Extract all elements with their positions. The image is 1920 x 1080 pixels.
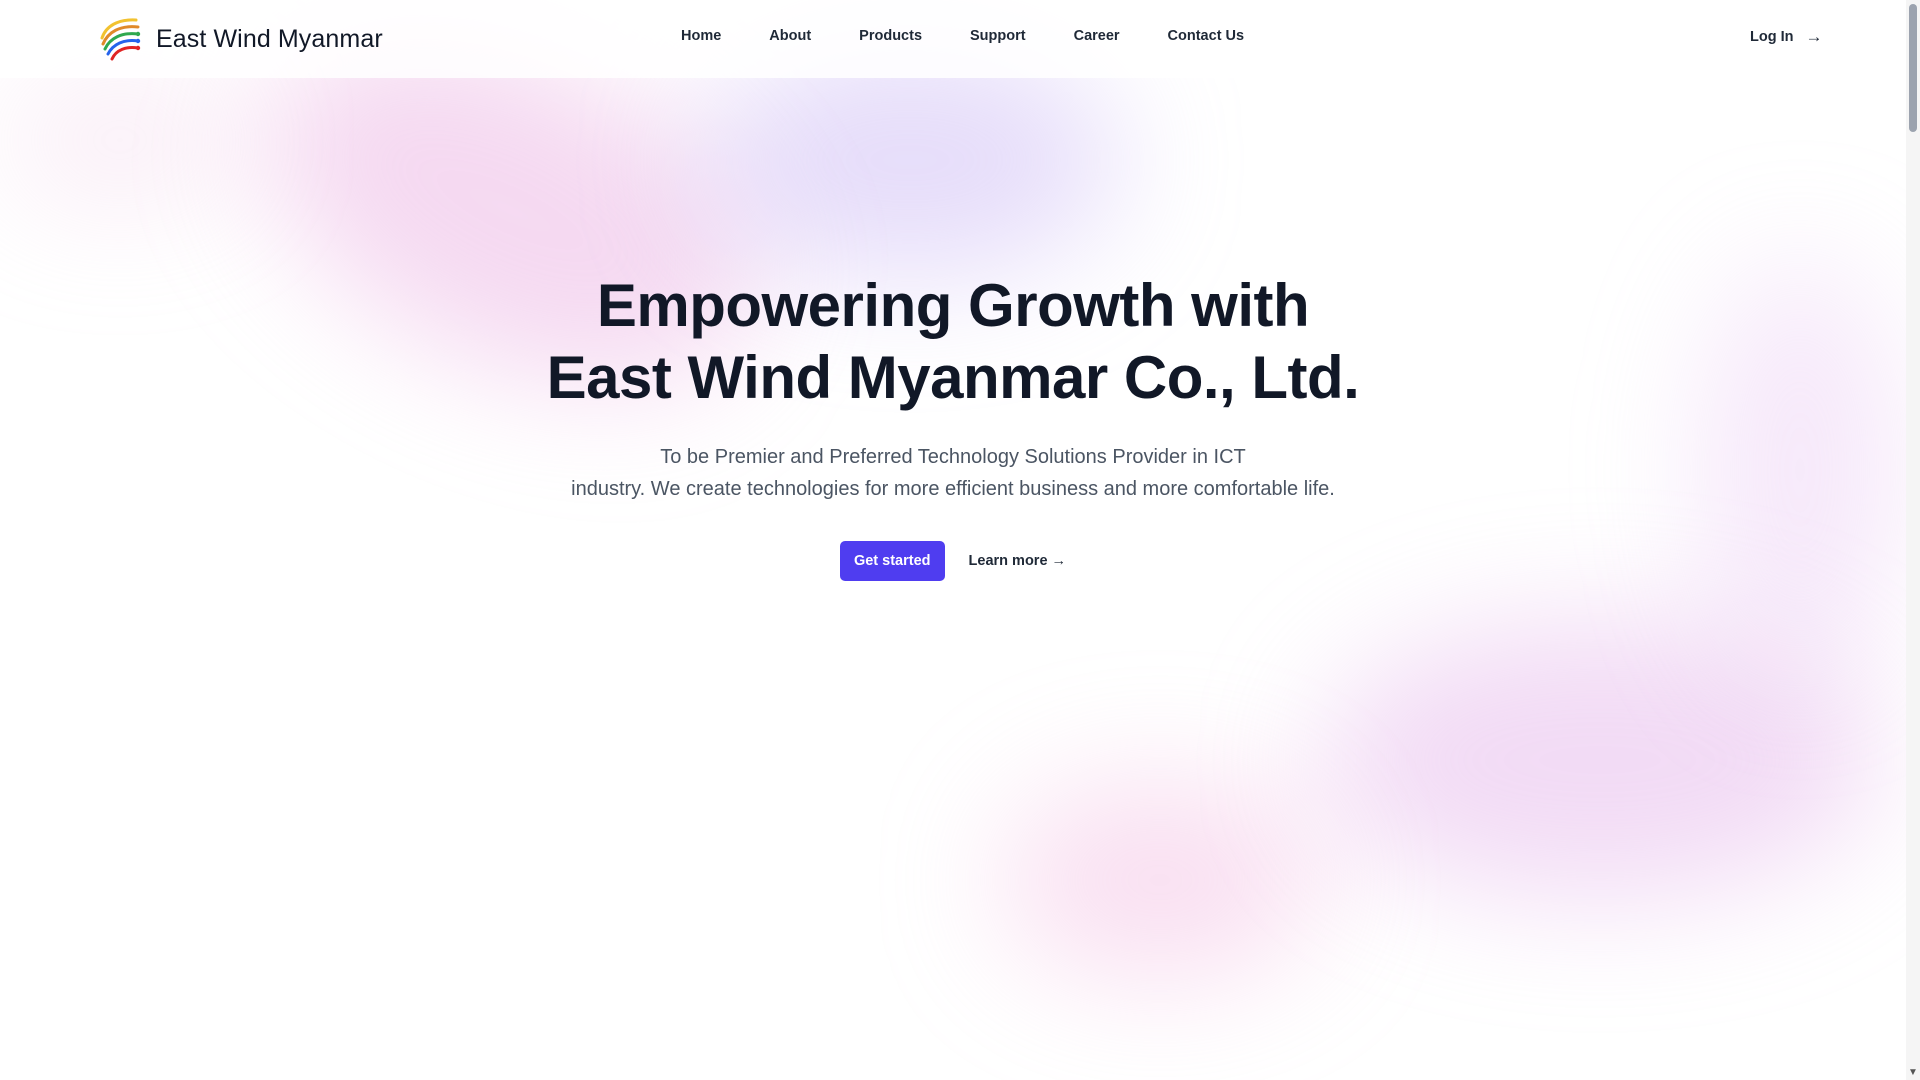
background-glow	[1320, 620, 1880, 900]
hero-subtitle-line-1: To be Premier and Preferred Technology S…	[660, 446, 1246, 468]
background-glow	[1000, 780, 1320, 980]
nav-products[interactable]: Products	[859, 28, 922, 44]
nav-about[interactable]: About	[769, 28, 811, 44]
page-scrollbar[interactable]: ▼	[1906, 0, 1920, 1080]
east-wind-logo-icon	[100, 18, 141, 61]
brand-home-link[interactable]: East Wind Myanmar	[98, 14, 383, 64]
hero-title-line-1: Empowering Growth with	[596, 272, 1310, 339]
get-started-button[interactable]: Get started	[839, 541, 945, 581]
hero-actions: Get started Learn more →	[0, 541, 1906, 581]
learn-more-link[interactable]: Learn more →	[969, 553, 1067, 569]
main-nav: Home About Products Support Career Conta…	[681, 28, 1244, 44]
hero-section: Empowering Growth with East Wind Myanmar…	[0, 270, 1906, 581]
brand-name: East Wind Myanmar	[156, 24, 383, 53]
hero-title-line-2: East Wind Myanmar Co., Ltd.	[546, 344, 1360, 411]
nav-support[interactable]: Support	[970, 28, 1026, 44]
hero-title: Empowering Growth with East Wind Myanmar…	[0, 270, 1906, 414]
login-label: Log In	[1750, 28, 1794, 45]
scroll-down-arrow-icon[interactable]: ▼	[1908, 1068, 1918, 1078]
site-header: East Wind Myanmar Home About Products Su…	[0, 0, 1906, 78]
nav-contact-us[interactable]: Contact Us	[1168, 28, 1245, 44]
hero-subtitle: To be Premier and Preferred Technology S…	[0, 441, 1906, 505]
scrollbar-thumb[interactable]	[1909, 4, 1917, 132]
arrow-right-icon: →	[1805, 27, 1823, 46]
background-glow	[0, 70, 240, 210]
hero-subtitle-line-2: industry. We create technologies for mor…	[571, 478, 1335, 500]
nav-home[interactable]: Home	[681, 28, 721, 44]
login-link[interactable]: Log In →	[1750, 28, 1823, 45]
nav-career[interactable]: Career	[1074, 28, 1120, 44]
